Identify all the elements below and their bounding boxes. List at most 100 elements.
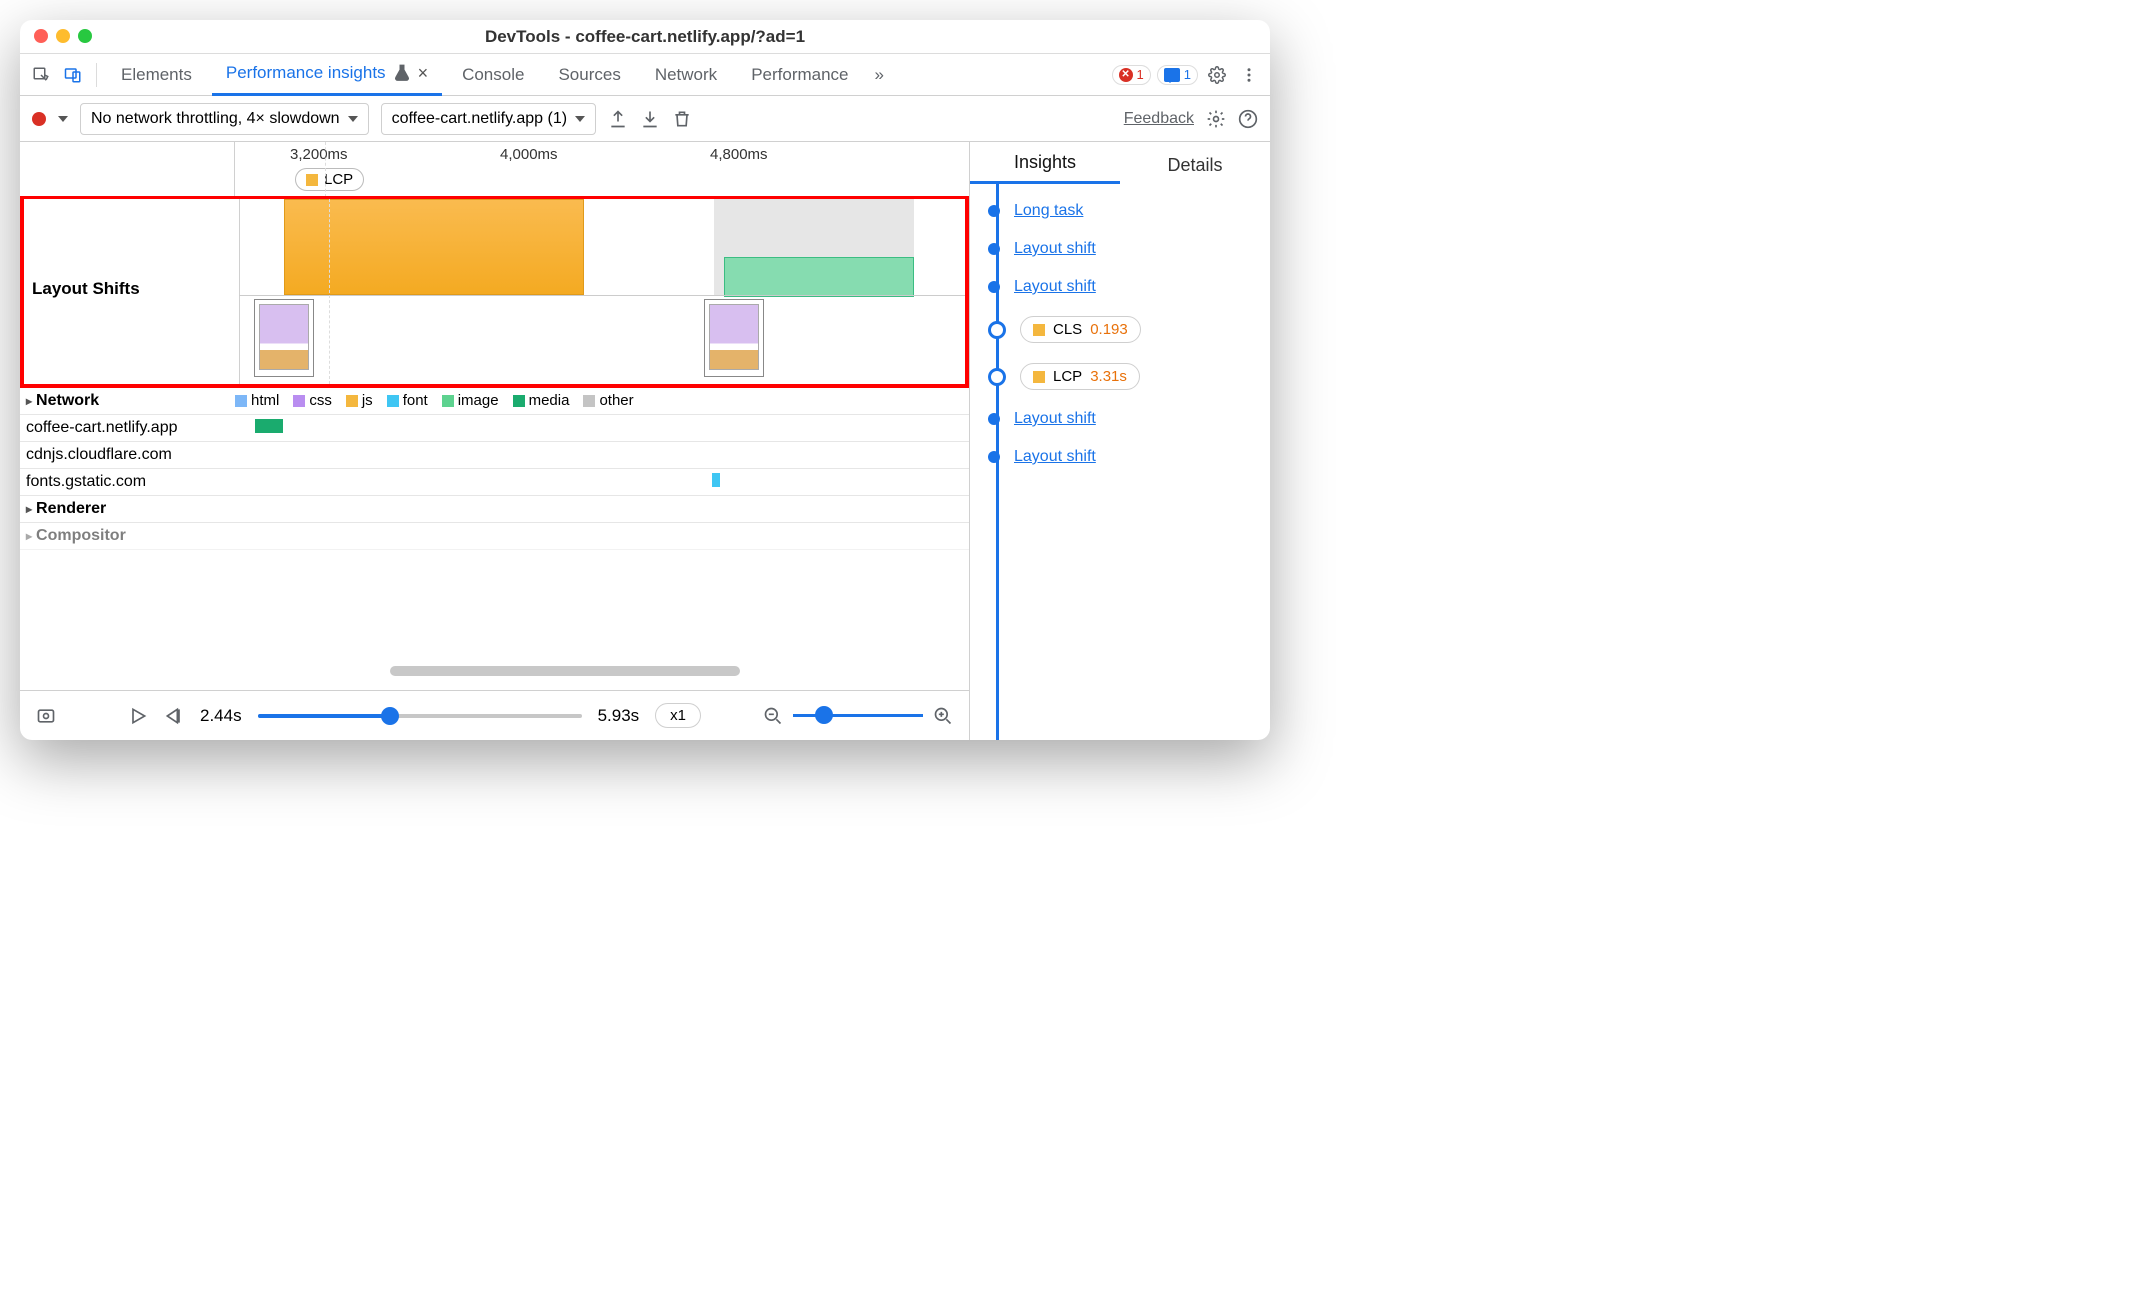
tab-performance-insights[interactable]: Performance insights × — [212, 54, 442, 96]
range-start: 2.44s — [200, 706, 242, 726]
timeline-area: 3,200ms 4,000ms 4,800ms LCP Layout Shift… — [20, 142, 970, 740]
delete-icon[interactable] — [672, 109, 692, 129]
renderer-row[interactable]: Renderer — [20, 496, 969, 523]
insights-tabs: Insights Details — [970, 142, 1270, 184]
zoom-in-icon[interactable] — [933, 706, 953, 726]
tab-elements[interactable]: Elements — [107, 54, 206, 96]
panel-settings-icon[interactable] — [1206, 109, 1226, 129]
node-icon — [988, 451, 1000, 463]
tick: 3,200ms — [290, 146, 348, 163]
tab-label: Performance insights — [226, 63, 386, 83]
playback-controls: 2.44s 5.93s x1 — [20, 690, 969, 740]
chevron-down-icon — [575, 116, 585, 122]
tab-details[interactable]: Details — [1120, 155, 1270, 184]
help-icon[interactable] — [1238, 109, 1258, 129]
list-item[interactable]: Layout shift — [970, 438, 1262, 476]
list-item[interactable]: CLS 0.193 — [970, 306, 1262, 353]
event-block[interactable] — [724, 257, 914, 297]
lcp-metric[interactable]: LCP 3.31s — [1020, 363, 1140, 390]
zoom-slider[interactable] — [793, 714, 923, 717]
section-toggle[interactable]: Network — [20, 388, 235, 414]
cls-metric[interactable]: CLS 0.193 — [1020, 316, 1141, 343]
close-icon[interactable] — [34, 29, 48, 43]
swatch-icon — [387, 395, 399, 407]
export-icon[interactable] — [608, 109, 628, 129]
lcp-marker[interactable]: LCP — [295, 168, 364, 191]
feedback-link[interactable]: Feedback — [1124, 110, 1194, 128]
request-bar[interactable] — [255, 419, 283, 433]
message-count: 1 — [1184, 67, 1191, 82]
network-host-row[interactable]: fonts.gstatic.com — [20, 469, 969, 496]
skip-back-icon[interactable] — [164, 706, 184, 726]
swatch-icon — [513, 395, 525, 407]
disclosure-icon — [26, 527, 32, 545]
list-item[interactable]: LCP 3.31s — [970, 353, 1262, 400]
close-tab-icon[interactable]: × — [418, 63, 429, 84]
message-badge[interactable]: 1 — [1157, 65, 1198, 85]
source-select[interactable]: coffee-cart.netlify.app (1) — [381, 103, 597, 135]
window-title: DevTools - coffee-cart.netlify.app/?ad=1 — [485, 27, 805, 47]
swatch-icon — [583, 395, 595, 407]
main-tabbar: Elements Performance insights × Console … — [20, 54, 1270, 96]
tab-network[interactable]: Network — [641, 54, 731, 96]
throttle-select[interactable]: No network throttling, 4× slowdown — [80, 103, 369, 135]
message-icon — [1164, 68, 1180, 82]
node-icon — [988, 281, 1000, 293]
record-menu-dropdown[interactable] — [58, 116, 68, 122]
inspect-icon[interactable] — [28, 62, 54, 88]
device-toggle-icon[interactable] — [60, 62, 86, 88]
record-button[interactable] — [32, 112, 46, 126]
list-item[interactable]: Long task — [970, 192, 1262, 230]
swatch-icon — [235, 395, 247, 407]
more-tabs-icon[interactable]: » — [869, 54, 890, 96]
node-icon — [988, 368, 1006, 386]
track-label: Layout Shifts — [32, 279, 140, 299]
compositor-row[interactable]: Compositor — [20, 523, 969, 550]
node-icon — [988, 243, 1000, 255]
node-icon — [988, 205, 1000, 217]
disclosure-icon — [26, 392, 32, 410]
lcp-label: LCP — [324, 171, 353, 188]
zoom-icon[interactable] — [78, 29, 92, 43]
settings-icon[interactable] — [1204, 62, 1230, 88]
network-header-row: Network html css js font image media oth… — [20, 388, 969, 415]
layout-shifts-track[interactable]: Layout Shifts — [20, 196, 969, 388]
tab-sources[interactable]: Sources — [544, 54, 634, 96]
error-icon: ✕ — [1119, 68, 1133, 82]
disclosure-icon — [26, 500, 32, 518]
toggle-preview-icon[interactable] — [36, 706, 56, 726]
list-item[interactable]: Layout shift — [970, 400, 1262, 438]
play-icon[interactable] — [128, 706, 148, 726]
insights-panel: Insights Details Long task Layout shift … — [970, 142, 1270, 740]
node-icon — [988, 413, 1000, 425]
chevron-down-icon — [348, 116, 358, 122]
error-badge[interactable]: ✕ 1 — [1112, 65, 1151, 85]
speed-button[interactable]: x1 — [655, 703, 701, 728]
tab-performance[interactable]: Performance — [737, 54, 862, 96]
screenshot-thumb[interactable] — [704, 299, 764, 377]
network-host-row[interactable]: cdnjs.cloudflare.com — [20, 442, 969, 469]
list-item[interactable]: Layout shift — [970, 268, 1262, 306]
tick: 4,800ms — [710, 146, 768, 163]
devtools-window: DevTools - coffee-cart.netlify.app/?ad=1… — [20, 20, 1270, 740]
tab-insights[interactable]: Insights — [970, 152, 1120, 184]
title-bar: DevTools - coffee-cart.netlify.app/?ad=1 — [20, 20, 1270, 54]
tab-console[interactable]: Console — [448, 54, 538, 96]
swatch-icon — [346, 395, 358, 407]
import-icon[interactable] — [640, 109, 660, 129]
range-end: 5.93s — [598, 706, 640, 726]
zoom-out-icon[interactable] — [763, 706, 783, 726]
zoom-controls — [763, 706, 953, 726]
request-bar[interactable] — [712, 473, 720, 487]
timeline-ruler[interactable]: 3,200ms 4,000ms 4,800ms LCP — [20, 142, 969, 198]
network-host-row[interactable]: coffee-cart.netlify.app — [20, 415, 969, 442]
list-item[interactable]: Layout shift — [970, 230, 1262, 268]
seek-slider[interactable] — [258, 714, 582, 718]
kebab-icon[interactable] — [1236, 62, 1262, 88]
screenshot-thumb[interactable] — [254, 299, 314, 377]
tick: 4,000ms — [500, 146, 558, 163]
insights-list[interactable]: Long task Layout shift Layout shift CLS … — [970, 184, 1270, 740]
error-count: 1 — [1137, 67, 1144, 82]
minimize-icon[interactable] — [56, 29, 70, 43]
horizontal-scrollbar[interactable] — [390, 666, 740, 676]
